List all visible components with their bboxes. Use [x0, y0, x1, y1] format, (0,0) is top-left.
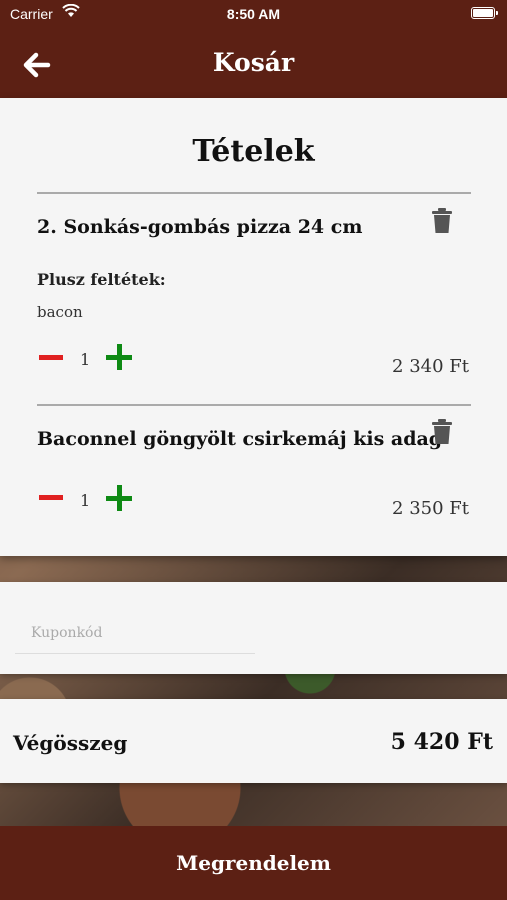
item-price: 2 340 Ft — [392, 356, 469, 377]
total-value: 5 420 Ft — [390, 729, 493, 755]
coupon-input[interactable] — [15, 612, 255, 654]
coupon-card — [0, 582, 507, 674]
extras-label: Plusz feltétek: — [37, 270, 166, 289]
extras-value: bacon — [37, 303, 83, 321]
increase-quantity-button[interactable] — [106, 344, 132, 370]
nav-bar: Kosár — [0, 28, 507, 98]
quantity-value: 1 — [80, 491, 91, 510]
trash-icon[interactable] — [431, 419, 453, 445]
item-price: 2 350 Ft — [392, 498, 469, 519]
status-bar: Carrier 8:50 AM — [0, 0, 507, 28]
total-label: Végösszeg — [13, 731, 128, 755]
section-title: Tételek — [192, 134, 315, 169]
quantity-value: 1 — [80, 350, 91, 369]
cart-item-name: Baconnel göngyölt csirkemáj kis adag — [37, 428, 443, 450]
cart-items-card: Tételek 2. Sonkás-gombás pizza 24 cm Plu… — [0, 98, 507, 556]
decrease-quantity-button[interactable] — [39, 355, 63, 360]
decrease-quantity-button[interactable] — [39, 495, 63, 500]
increase-quantity-button[interactable] — [106, 485, 132, 511]
page-title: Kosár — [212, 48, 295, 77]
battery-icon — [471, 7, 498, 19]
total-card: Végösszeg 5 420 Ft — [0, 699, 507, 783]
clock: 8:50 AM — [226, 6, 281, 22]
divider — [37, 192, 471, 194]
order-button[interactable]: Megrendelem — [0, 826, 507, 900]
trash-icon[interactable] — [431, 208, 453, 234]
cart-item-name: 2. Sonkás-gombás pizza 24 cm — [37, 216, 363, 238]
divider — [37, 404, 471, 406]
